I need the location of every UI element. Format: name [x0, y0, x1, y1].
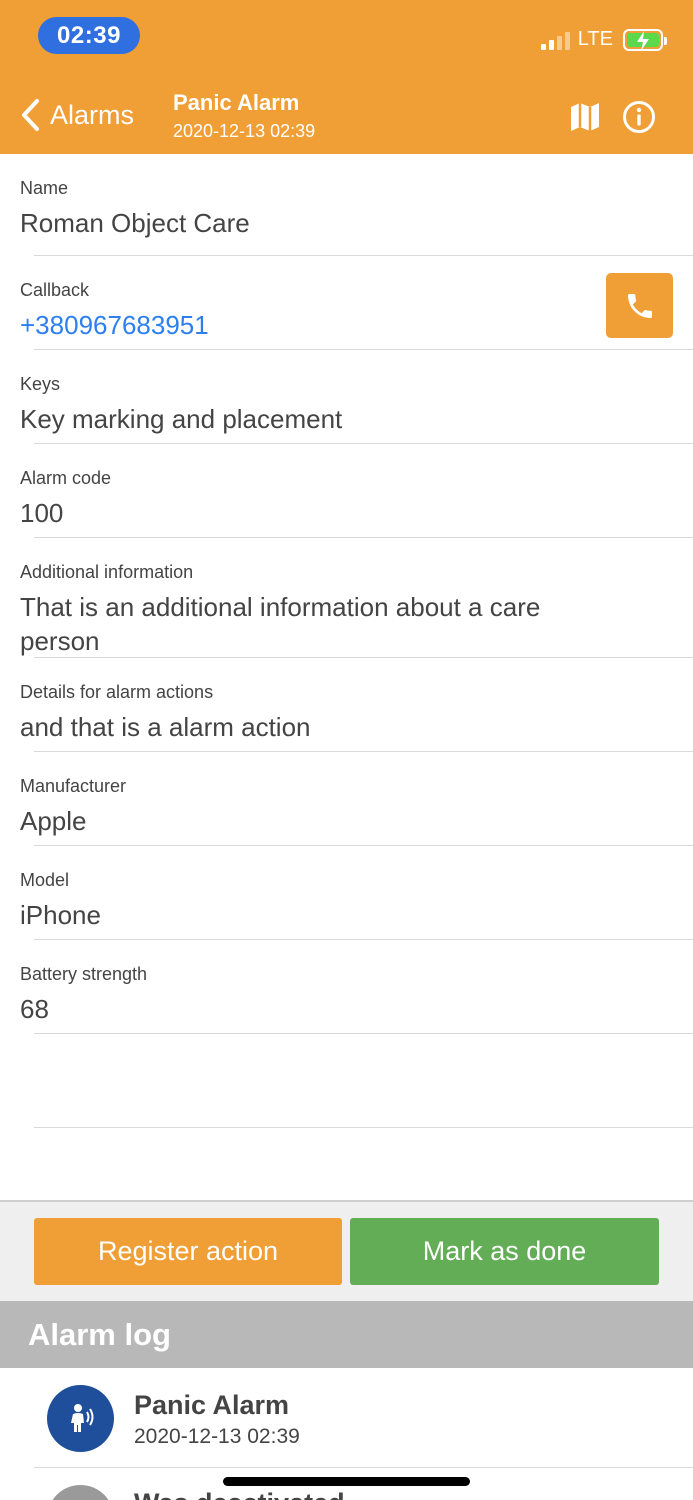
- back-button[interactable]: Alarms: [20, 98, 134, 132]
- detail-value: Key marking and placement: [20, 404, 343, 434]
- page-title: Panic Alarm: [173, 90, 300, 115]
- alarm-log-header: Alarm log: [0, 1301, 693, 1368]
- detail-row-battery: Battery strength 68: [20, 940, 693, 1034]
- detail-label: Battery strength: [20, 964, 148, 984]
- alarm-details: Name Roman Object Care Callback +3809676…: [0, 154, 693, 1128]
- header-title-block: Panic Alarm 2020-12-13 02:39: [173, 90, 315, 142]
- detail-label: Manufacturer: [20, 776, 127, 796]
- status-indicators: LTE: [540, 28, 667, 51]
- detail-row-callback: Callback +380967683951: [20, 256, 693, 350]
- home-indicator: [223, 1477, 470, 1486]
- log-item[interactable]: Panic Alarm 2020-12-13 02:39: [0, 1368, 693, 1468]
- back-label: Alarms: [50, 99, 135, 130]
- detail-label: Additional information: [20, 562, 194, 582]
- log-item-title: Was deactivated: [134, 1488, 345, 1500]
- battery-icon: [623, 28, 667, 51]
- panic-person-icon: [47, 1385, 114, 1452]
- detail-label: Details for alarm actions: [20, 682, 214, 702]
- detail-value: 100: [20, 498, 64, 528]
- detail-label: Model: [20, 870, 70, 890]
- register-action-button[interactable]: Register action: [34, 1218, 342, 1285]
- detail-label: Callback: [20, 280, 90, 300]
- network-type: LTE: [577, 28, 613, 50]
- detail-value: iPhone: [20, 900, 101, 930]
- detail-row-alarm-code: Alarm code 100: [20, 444, 693, 538]
- info-icon[interactable]: [622, 100, 656, 134]
- phone-icon: [627, 293, 652, 318]
- detail-row-alarm-actions: Details for alarm actions and that is a …: [20, 658, 693, 752]
- detail-row-keys: Keys Key marking and placement: [20, 350, 693, 444]
- mark-as-done-button[interactable]: Mark as done: [350, 1218, 659, 1285]
- detail-value: 68: [20, 994, 49, 1024]
- page-subtitle: 2020-12-13 02:39: [173, 121, 316, 141]
- log-item-time: 2020-12-13 02:39: [134, 1425, 300, 1448]
- detail-row-manufacturer: Manufacturer Apple: [20, 752, 693, 846]
- detail-label: Keys: [20, 374, 61, 394]
- map-icon[interactable]: [568, 100, 602, 134]
- detail-row-name: Name Roman Object Care: [20, 154, 693, 256]
- detail-label: Name: [20, 178, 69, 198]
- chevron-left-icon: [22, 99, 39, 131]
- log-item-title: Panic Alarm: [134, 1390, 290, 1420]
- detail-row-empty: [34, 1034, 693, 1128]
- action-bar: Register action Mark as done: [0, 1200, 693, 1301]
- status-time: 02:39: [38, 17, 140, 54]
- detail-value: Roman Object Care: [20, 208, 250, 238]
- detail-value: That is an additional information about …: [20, 592, 541, 656]
- status-icon: [47, 1485, 114, 1500]
- detail-label: Alarm code: [20, 468, 112, 488]
- detail-row-additional-info: Additional information That is an additi…: [20, 538, 693, 658]
- app-header: 02:39 LTE Alarms Panic Alarm 2020-12-13 …: [0, 0, 693, 154]
- detail-value: Apple: [20, 806, 87, 836]
- detail-value: and that is a alarm action: [20, 712, 311, 742]
- signal-icon: [540, 30, 570, 50]
- detail-row-model: Model iPhone: [20, 846, 693, 940]
- callback-phone-link[interactable]: +380967683951: [20, 308, 693, 342]
- call-button[interactable]: [606, 273, 673, 338]
